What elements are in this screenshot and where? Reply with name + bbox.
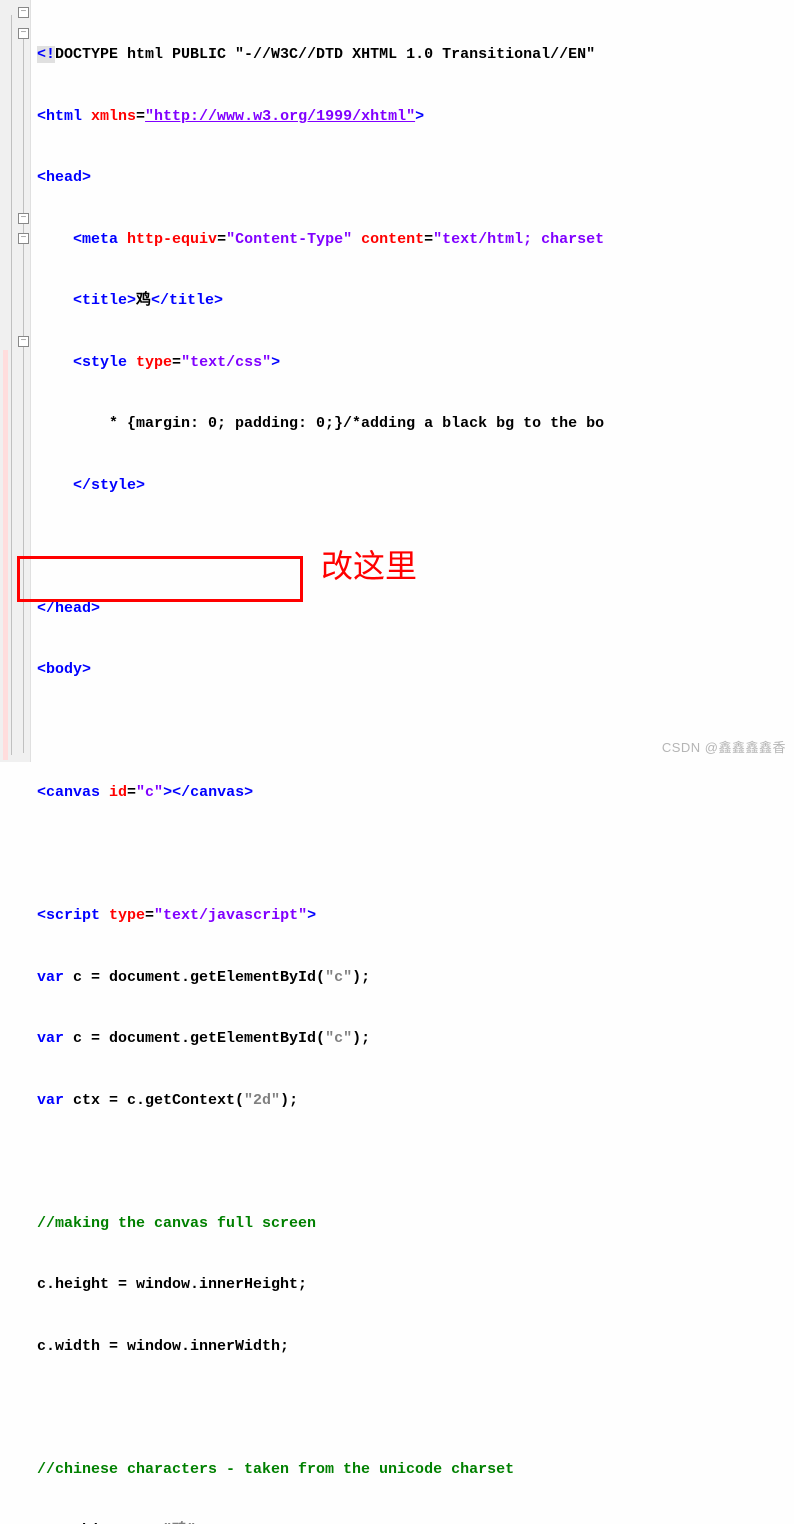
js-code: ); <box>352 1030 370 1047</box>
js-code: c = document.getElementById( <box>64 1030 325 1047</box>
comment: //chinese characters - taken from the un… <box>37 1461 514 1478</box>
js-code: ); <box>352 969 370 986</box>
tag-close: > <box>271 354 280 371</box>
js-code: chinese = <box>64 1522 163 1524</box>
tag-close: > <box>415 108 424 125</box>
head-close: </head> <box>37 600 100 617</box>
style-open: <style <box>73 354 127 371</box>
eq: = <box>172 354 181 371</box>
attr: type <box>100 907 145 924</box>
style-close: </style> <box>73 477 145 494</box>
js-code: c = document.getElementById( <box>64 969 325 986</box>
attr: content <box>352 231 424 248</box>
annotation-text: 改这里 <box>321 556 417 577</box>
attr-value: "text/css" <box>181 354 271 371</box>
attr-value: "Content-Type" <box>226 231 352 248</box>
var-kw: var <box>37 1030 64 1047</box>
eq: = <box>424 231 433 248</box>
fold-guide <box>23 33 24 753</box>
css-text: * {margin: 0; padding: 0;}/*adding a bla… <box>109 415 604 432</box>
js-code: ; <box>196 1522 205 1524</box>
js-code: c.height = window.innerHeight; <box>37 1276 307 1293</box>
script-open: <script <box>37 907 100 924</box>
attr: xmlns <box>82 108 136 125</box>
title-close: </title> <box>151 292 223 309</box>
eq: = <box>217 231 226 248</box>
fold-toggle-icon[interactable]: − <box>18 7 29 18</box>
eq: = <box>136 108 145 125</box>
html-tag: <html <box>37 108 82 125</box>
canvas-open: <canvas <box>37 784 100 801</box>
eq: = <box>127 784 136 801</box>
attr-value: "text/javascript" <box>154 907 307 924</box>
js-string: "2d" <box>244 1092 280 1109</box>
eq: = <box>145 907 154 924</box>
js-code: ctx = c.getContext( <box>64 1092 244 1109</box>
doctype-open: <! <box>37 46 55 63</box>
js-code: ); <box>280 1092 298 1109</box>
doctype-text: DOCTYPE html PUBLIC "-//W3C//DTD XHTML 1… <box>55 46 604 63</box>
js-string: "鸡" <box>163 1522 196 1524</box>
fold-toggle-icon[interactable]: − <box>18 233 29 244</box>
attr-value: "http://www.w3.org/1999/xhtml" <box>145 108 415 125</box>
head-tag: <head> <box>37 169 91 186</box>
meta-tag: <meta <box>73 231 118 248</box>
attr: type <box>127 354 172 371</box>
js-string: "c" <box>325 1030 352 1047</box>
var-kw: var <box>37 1522 64 1524</box>
highlight-box <box>17 556 303 602</box>
fold-guide <box>11 15 12 755</box>
attr: http-equiv <box>118 231 217 248</box>
attr-value: "text/html; charset <box>433 231 604 248</box>
tag-close: > <box>307 907 316 924</box>
code-area[interactable]: <!DOCTYPE html PUBLIC "-//W3C//DTD XHTML… <box>31 0 794 762</box>
gutter: − − − − − <box>0 0 31 762</box>
code-editor[interactable]: − − − − − <!DOCTYPE html PUBLIC "-//W3C/… <box>0 0 794 762</box>
fold-toggle-icon[interactable]: − <box>18 28 29 39</box>
title-open: <title> <box>73 292 136 309</box>
canvas-close: </canvas> <box>172 784 253 801</box>
var-kw: var <box>37 1092 64 1109</box>
js-code: c.width = window.innerWidth; <box>37 1338 289 1355</box>
change-bar <box>3 350 8 760</box>
var-kw: var <box>37 969 64 986</box>
fold-toggle-icon[interactable]: − <box>18 336 29 347</box>
comment: //making the canvas full screen <box>37 1215 316 1232</box>
attr-value: "c" <box>136 784 163 801</box>
tag-close: > <box>163 784 172 801</box>
attr: id <box>100 784 127 801</box>
js-string: "c" <box>325 969 352 986</box>
title-text: 鸡 <box>136 292 151 309</box>
body-tag: <body> <box>37 661 91 678</box>
fold-toggle-icon[interactable]: − <box>18 213 29 224</box>
